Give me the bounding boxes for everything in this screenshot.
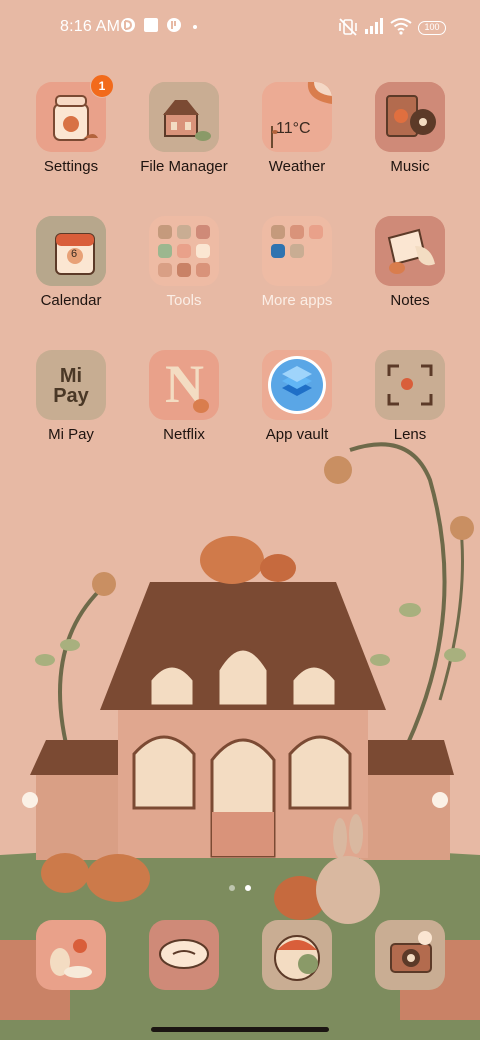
folder-icon	[262, 216, 332, 286]
app-notification-icon	[167, 18, 181, 32]
app-lens[interactable]: Lens	[354, 350, 466, 443]
app-label: Lens	[393, 426, 427, 443]
app-weather[interactable]: 11°C Weather	[241, 82, 353, 175]
folder-preview	[271, 225, 323, 277]
lens-icon	[375, 350, 445, 420]
small-dot-icon	[193, 25, 197, 29]
mi-pay-icon: Mi Pay	[36, 350, 106, 420]
calendar-date: 6	[71, 248, 78, 260]
wifi-icon	[390, 18, 412, 35]
app-calendar[interactable]: 6 Calendar	[15, 216, 127, 309]
bunny-flower-icon[interactable]	[36, 920, 106, 990]
app-label: App vault	[265, 426, 329, 443]
app-notes[interactable]: Notes	[354, 216, 466, 309]
folder-more-apps[interactable]: More apps	[241, 216, 353, 309]
app-label: More apps	[261, 292, 333, 309]
app-file-manager[interactable]: File Manager	[128, 82, 240, 175]
calendar-icon: 6	[36, 216, 106, 286]
page-dot-active[interactable]	[245, 885, 252, 891]
bird-icon[interactable]	[262, 920, 332, 990]
notification-badge: 1	[90, 74, 114, 98]
signal-icon	[365, 18, 383, 34]
file-manager-icon	[149, 82, 219, 152]
app-mi-pay[interactable]: Mi Pay Mi Pay	[15, 350, 127, 443]
app-label: Weather	[268, 158, 326, 175]
app-label: Tools	[166, 292, 202, 309]
leaf-card-icon[interactable]	[149, 920, 219, 990]
folder-icon	[149, 216, 219, 286]
app-app-vault[interactable]: App vault	[241, 350, 353, 443]
battery-level: 100	[424, 22, 440, 32]
app-label: Mi Pay	[48, 426, 94, 443]
music-icon	[375, 82, 445, 152]
status-bar: 8:16 AM 100	[0, 0, 480, 56]
folder-tools[interactable]: Tools	[128, 216, 240, 309]
weather-icon: 11°C	[262, 82, 332, 152]
app-label: File Manager	[140, 158, 228, 175]
settings-icon: 1	[36, 74, 114, 152]
page-dot[interactable]	[229, 885, 235, 891]
app-notification-icon	[121, 18, 135, 32]
mi-pay-logo-text: Mi Pay	[53, 365, 89, 407]
app-label: Settings	[43, 158, 99, 175]
app-netflix[interactable]: N Netflix	[128, 350, 240, 443]
app-label: Netflix	[163, 426, 205, 443]
camera-icon[interactable]	[375, 920, 445, 990]
square-notification-icon	[144, 18, 158, 32]
app-label: Music	[390, 158, 430, 175]
home-gesture-bar[interactable]	[151, 1027, 329, 1032]
app-vault-icon	[262, 350, 332, 420]
app-music[interactable]: Music	[354, 82, 466, 175]
notes-icon	[375, 216, 445, 286]
page-indicator	[226, 878, 254, 896]
app-label: Calendar	[40, 292, 102, 309]
battery-icon: 100	[418, 21, 446, 35]
clock: 8:16 AM	[60, 18, 121, 35]
vibrate-off-icon	[339, 18, 357, 36]
folder-preview	[158, 225, 210, 277]
app-settings[interactable]: 1 Settings	[15, 74, 127, 175]
weather-temperature: 11°C	[276, 120, 311, 137]
netflix-icon: N	[149, 350, 219, 420]
app-label: Notes	[390, 292, 430, 309]
